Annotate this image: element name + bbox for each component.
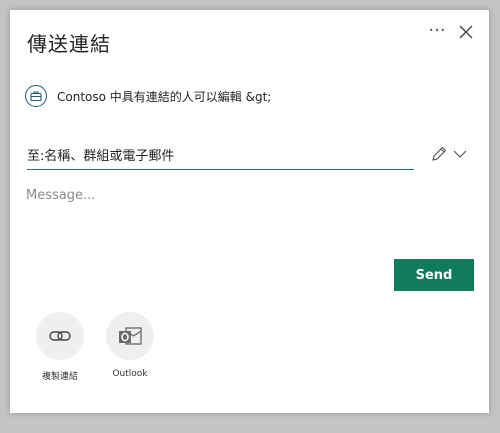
edit-permission-button[interactable] <box>429 144 449 164</box>
recipient-input[interactable] <box>27 144 414 168</box>
briefcase-icon <box>25 85 47 107</box>
permission-dropdown-button[interactable] <box>452 146 468 162</box>
send-link-dialog: 傳送連結 ··· Contoso 中具有連結的人可以編輯 &gt; 至:名稱、群… <box>10 10 489 413</box>
outlook-option[interactable]: Outlook <box>98 312 162 379</box>
recipient-field-container <box>27 144 414 170</box>
send-button[interactable]: Send <box>394 259 474 291</box>
outlook-circle <box>106 312 154 360</box>
permission-label: Contoso 中具有連結的人可以編輯 &gt; <box>57 89 272 104</box>
chevron-down-icon <box>453 150 467 158</box>
dialog-title: 傳送連結 <box>27 32 111 56</box>
link-icon <box>49 331 71 341</box>
copy-link-option[interactable]: 複製連結 <box>28 312 92 382</box>
copy-link-circle <box>36 312 84 360</box>
copy-link-label: 複製連結 <box>41 372 78 382</box>
message-input[interactable] <box>26 188 466 248</box>
close-icon <box>459 25 473 39</box>
close-button[interactable] <box>456 22 476 42</box>
more-options-button[interactable]: ··· <box>426 20 448 42</box>
pencil-icon <box>432 146 447 161</box>
outlook-icon <box>119 327 142 345</box>
outlook-label: Outlook <box>112 369 148 379</box>
permission-setting[interactable]: Contoso 中具有連結的人可以編輯 &gt; <box>25 83 271 109</box>
